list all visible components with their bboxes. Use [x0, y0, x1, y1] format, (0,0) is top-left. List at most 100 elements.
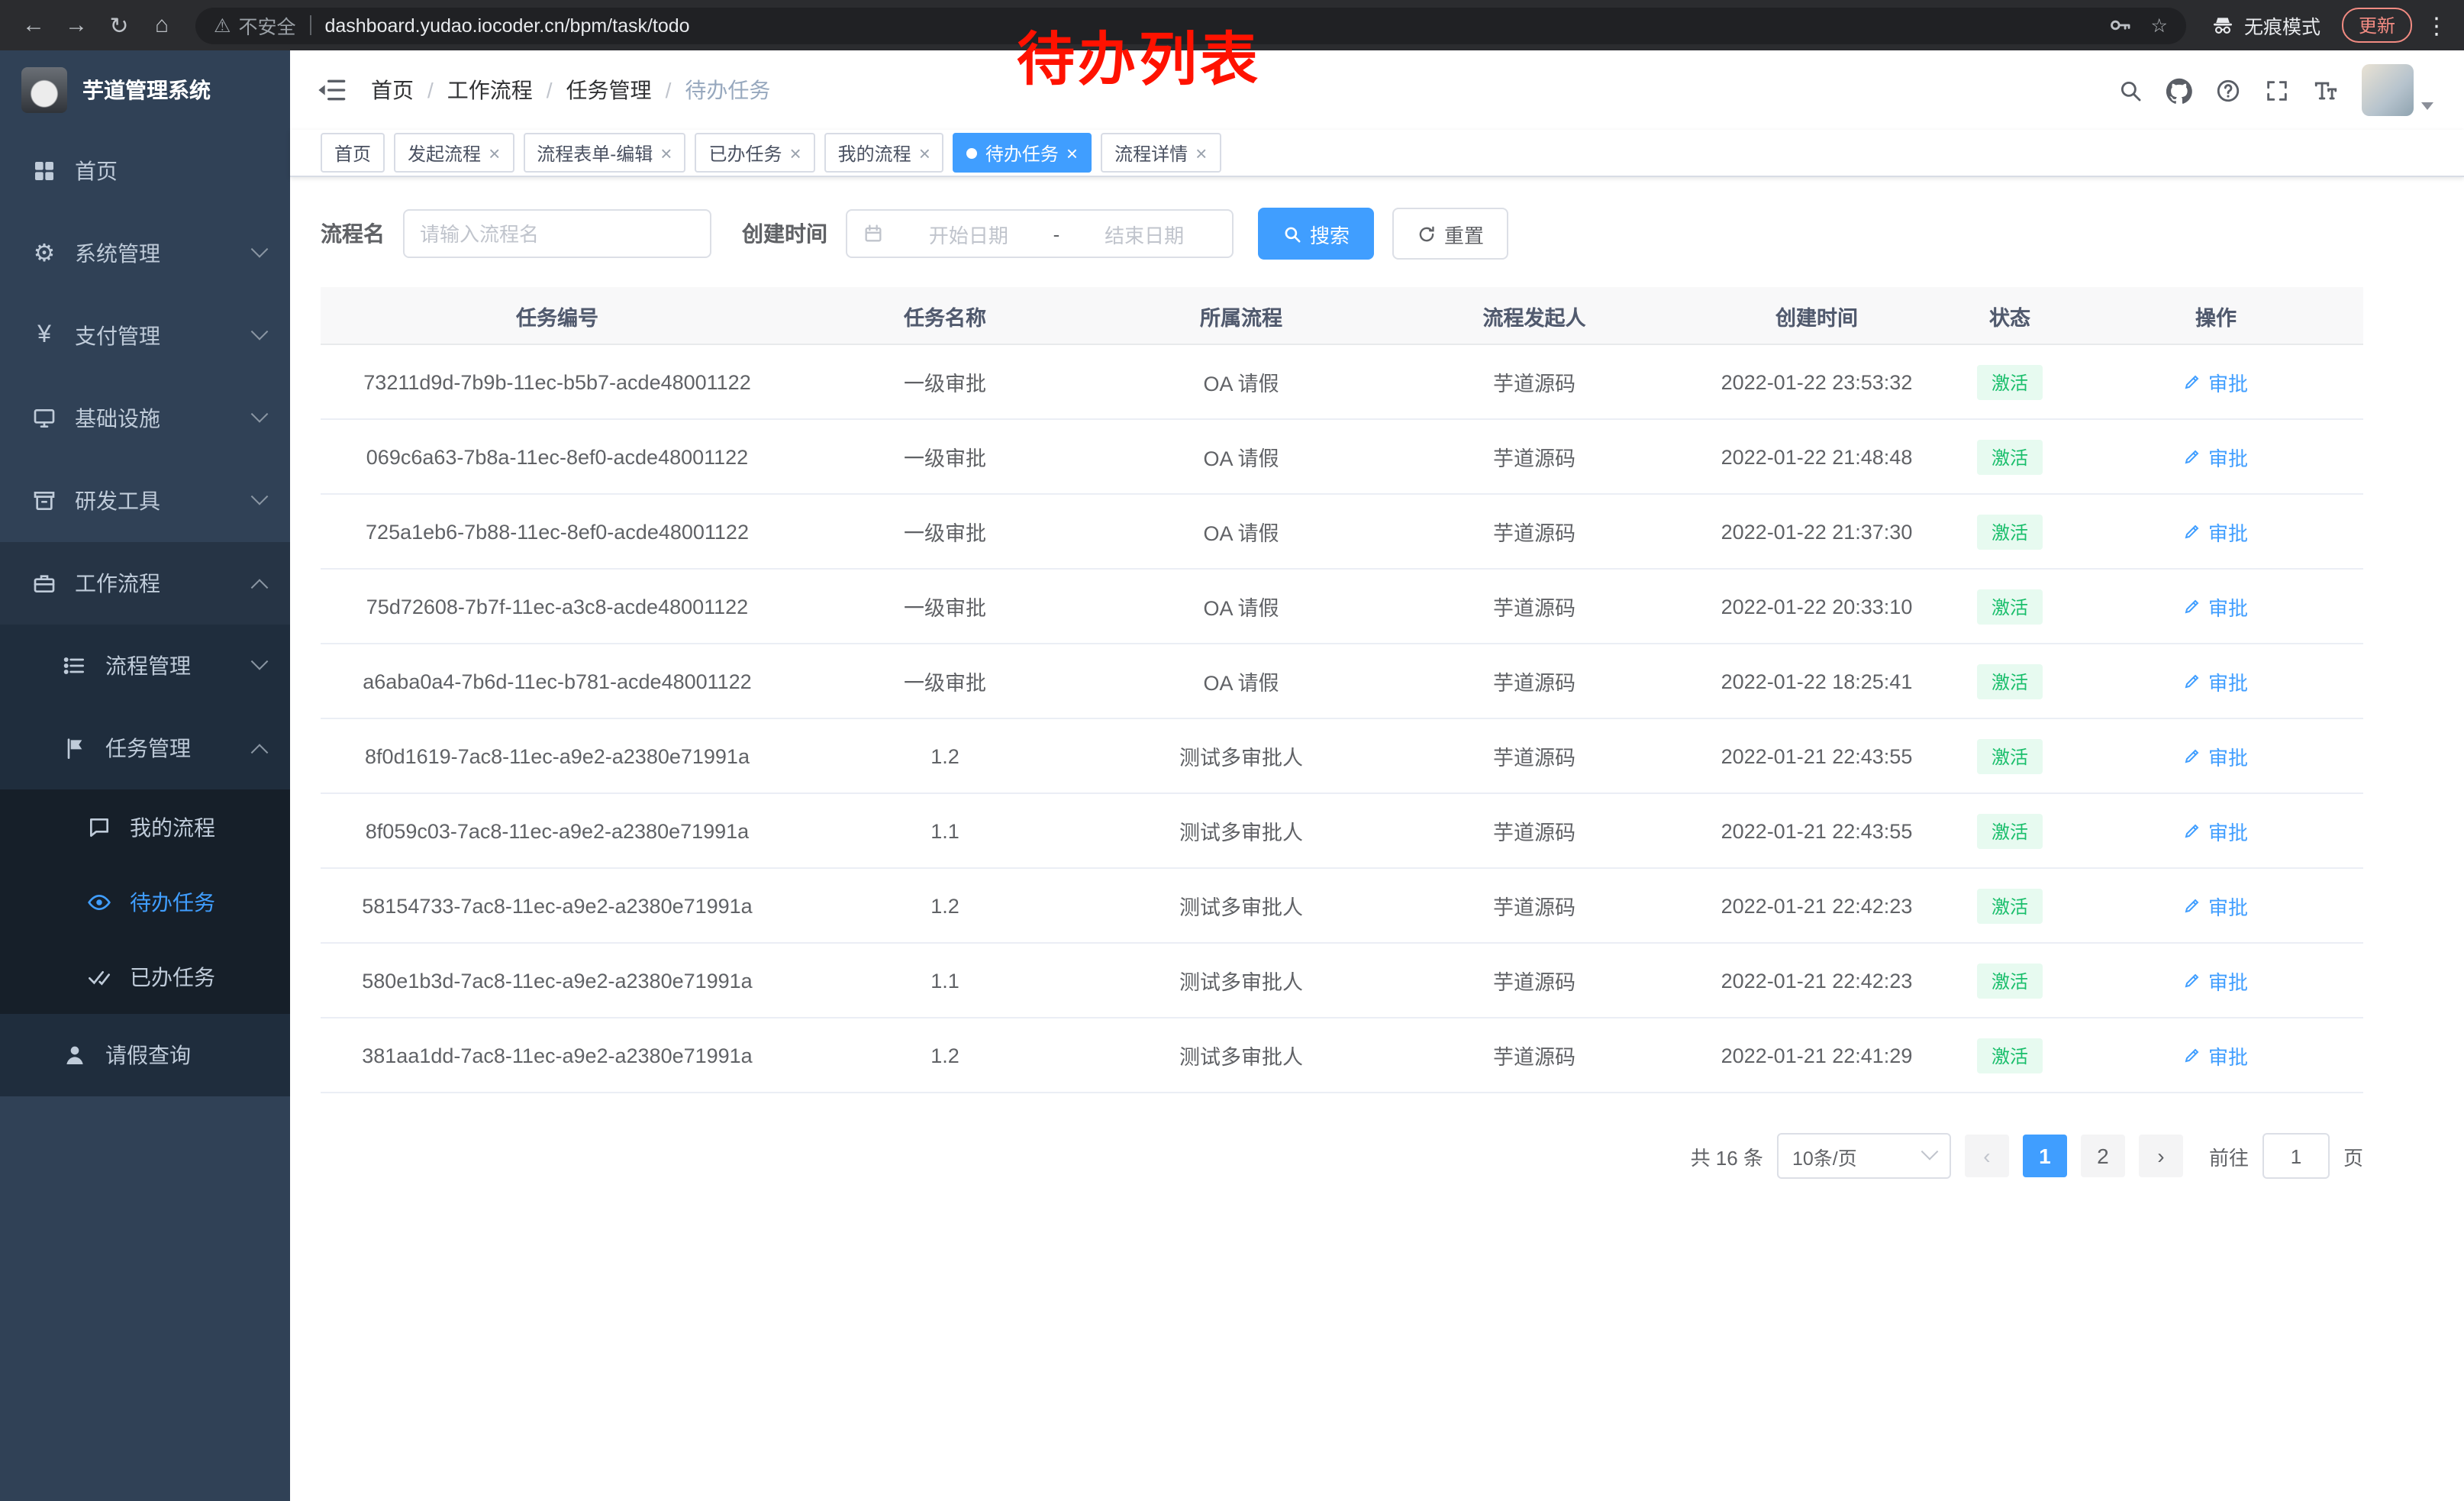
sidebar-item-home[interactable]: 首页 — [0, 130, 290, 212]
page-2-button[interactable]: 2 — [2081, 1135, 2125, 1177]
font-size-icon[interactable] — [2313, 77, 2339, 103]
bookmark-star-icon[interactable]: ☆ — [2151, 14, 2168, 37]
cell-task-name: 1.2 — [794, 1018, 1096, 1093]
cell-task-id: 381aa1dd-7ac8-11ec-a9e2-a2380e71991a — [321, 1018, 794, 1093]
cell-task-name: 一级审批 — [794, 494, 1096, 569]
page-1-button[interactable]: 1 — [2023, 1135, 2067, 1177]
col-process: 所属流程 — [1096, 287, 1386, 344]
close-icon[interactable]: × — [789, 143, 801, 163]
breadcrumb-home[interactable]: 首页 — [371, 75, 414, 105]
sidebar-item-devtools[interactable]: 研发工具 — [0, 460, 290, 542]
close-icon[interactable]: × — [1066, 143, 1078, 163]
cell-task-id: 725a1eb6-7b88-11ec-8ef0-acde48001122 — [321, 494, 794, 569]
forward-button[interactable]: → — [55, 5, 98, 45]
process-name-input[interactable] — [403, 209, 711, 258]
approve-link[interactable]: 审批 — [2184, 891, 2248, 920]
cell-created: 2022-01-22 18:25:41 — [1682, 644, 1951, 718]
cell-task-name: 1.2 — [794, 718, 1096, 793]
not-secure-label: 不安全 — [238, 11, 295, 40]
sidebar-collapse-icon[interactable] — [316, 75, 347, 105]
github-icon[interactable] — [2166, 77, 2192, 103]
status-badge: 激活 — [1978, 514, 2042, 549]
back-button[interactable]: ← — [12, 5, 55, 45]
key-icon[interactable] — [2107, 12, 2133, 38]
sidebar-item-label: 基础设施 — [75, 403, 160, 434]
app-logo[interactable]: 芋道管理系统 — [0, 50, 290, 130]
approve-link[interactable]: 审批 — [2184, 442, 2248, 471]
approve-label: 审批 — [2208, 816, 2248, 845]
sidebar-item-done-tasks[interactable]: 已办任务 — [0, 939, 290, 1014]
sidebar-item-payment[interactable]: ¥ 支付管理 — [0, 295, 290, 377]
tab-process-detail[interactable]: 流程详情 × — [1101, 133, 1221, 173]
not-secure-warning: ⚠ 不安全 — [214, 11, 295, 40]
date-range-picker[interactable]: 开始日期 - 结束日期 — [846, 209, 1234, 258]
update-button[interactable]: 更新 — [2342, 8, 2412, 43]
url-text: dashboard.yudao.iocoder.cn/bpm/task/todo — [324, 15, 689, 36]
sidebar-item-todo-tasks[interactable]: 待办任务 — [0, 864, 290, 939]
help-icon[interactable] — [2215, 77, 2241, 103]
tab-start-process[interactable]: 发起流程 × — [394, 133, 514, 173]
dashboard-icon — [31, 159, 58, 183]
tab-todo-tasks[interactable]: 待办任务 × — [953, 133, 1092, 173]
tab-done-tasks[interactable]: 已办任务 × — [695, 133, 814, 173]
home-button[interactable]: ⌂ — [140, 5, 183, 45]
breadcrumb-current: 待办任务 — [685, 75, 770, 105]
reset-button-label: 重置 — [1444, 219, 1484, 248]
cell-initiator: 芋道源码 — [1386, 718, 1682, 793]
tab-label: 首页 — [334, 140, 371, 166]
breadcrumb-workflow: 工作流程 — [447, 75, 533, 105]
sidebar-item-workflow[interactable]: 工作流程 — [0, 542, 290, 625]
reset-button[interactable]: 重置 — [1392, 208, 1508, 260]
goto-unit-label: 页 — [2343, 1141, 2363, 1170]
sidebar-item-process-management[interactable]: 流程管理 — [0, 625, 290, 707]
close-icon[interactable]: × — [489, 143, 500, 163]
sidebar-item-task-management[interactable]: 任务管理 — [0, 707, 290, 789]
close-icon[interactable]: × — [1195, 143, 1207, 163]
sidebar-item-infrastructure[interactable]: 基础设施 — [0, 377, 290, 460]
goto-page-input[interactable] — [2262, 1133, 2330, 1179]
approve-link[interactable]: 审批 — [2184, 816, 2248, 845]
status-badge: 激活 — [1978, 1038, 2042, 1073]
sidebar-item-label: 首页 — [75, 156, 118, 186]
search-icon[interactable] — [2117, 77, 2143, 103]
table-row: 069c6a63-7b8a-11ec-8ef0-acde48001122 一级审… — [321, 419, 2363, 494]
approve-link[interactable]: 审批 — [2184, 667, 2248, 696]
page-size-select[interactable]: 10条/页 — [1777, 1133, 1951, 1179]
approve-link[interactable]: 审批 — [2184, 966, 2248, 995]
sidebar-item-label: 流程管理 — [105, 650, 191, 681]
sidebar-item-system[interactable]: ⚙ 系统管理 — [0, 212, 290, 295]
yen-icon: ¥ — [31, 322, 58, 350]
refresh-button[interactable]: ↻ — [98, 5, 140, 45]
sidebar-item-leave-query[interactable]: 请假查询 — [0, 1014, 290, 1096]
tab-label: 发起流程 — [408, 140, 481, 166]
cell-initiator: 芋道源码 — [1386, 494, 1682, 569]
approve-link[interactable]: 审批 — [2184, 517, 2248, 546]
sidebar-item-label: 我的流程 — [130, 812, 215, 842]
approve-link[interactable]: 审批 — [2184, 1041, 2248, 1070]
fullscreen-icon[interactable] — [2264, 77, 2290, 103]
tab-my-processes[interactable]: 我的流程 × — [824, 133, 944, 173]
approve-label: 审批 — [2208, 667, 2248, 696]
sidebar-item-my-processes[interactable]: 我的流程 — [0, 789, 290, 864]
tab-home[interactable]: 首页 — [321, 133, 385, 173]
close-icon[interactable]: × — [660, 143, 672, 163]
approve-link[interactable]: 审批 — [2184, 741, 2248, 770]
cell-task-id: 73211d9d-7b9b-11ec-b5b7-acde48001122 — [321, 344, 794, 419]
tab-process-form-edit[interactable]: 流程表单-编辑 × — [523, 133, 685, 173]
table-row: 381aa1dd-7ac8-11ec-a9e2-a2380e71991a 1.2… — [321, 1018, 2363, 1093]
avatar[interactable] — [2362, 64, 2414, 116]
next-page-button[interactable]: › — [2139, 1135, 2183, 1177]
table-row: 580e1b3d-7ac8-11ec-a9e2-a2380e71991a 1.1… — [321, 943, 2363, 1018]
cell-initiator: 芋道源码 — [1386, 419, 1682, 494]
approve-label: 审批 — [2208, 1041, 2248, 1070]
page-content: 流程名 创建时间 开始日期 - 结束日期 搜索 重 — [290, 177, 2464, 1501]
edit-icon — [2184, 747, 2202, 765]
close-icon[interactable]: × — [919, 143, 930, 163]
sidebar-item-label: 工作流程 — [75, 568, 160, 599]
search-button[interactable]: 搜索 — [1258, 208, 1374, 260]
approve-link[interactable]: 审批 — [2184, 367, 2248, 396]
approve-link[interactable]: 审批 — [2184, 592, 2248, 621]
browser-menu-icon[interactable]: ⋮ — [2421, 11, 2452, 39]
user-menu[interactable] — [2362, 64, 2433, 116]
prev-page-button[interactable]: ‹ — [1965, 1135, 2009, 1177]
